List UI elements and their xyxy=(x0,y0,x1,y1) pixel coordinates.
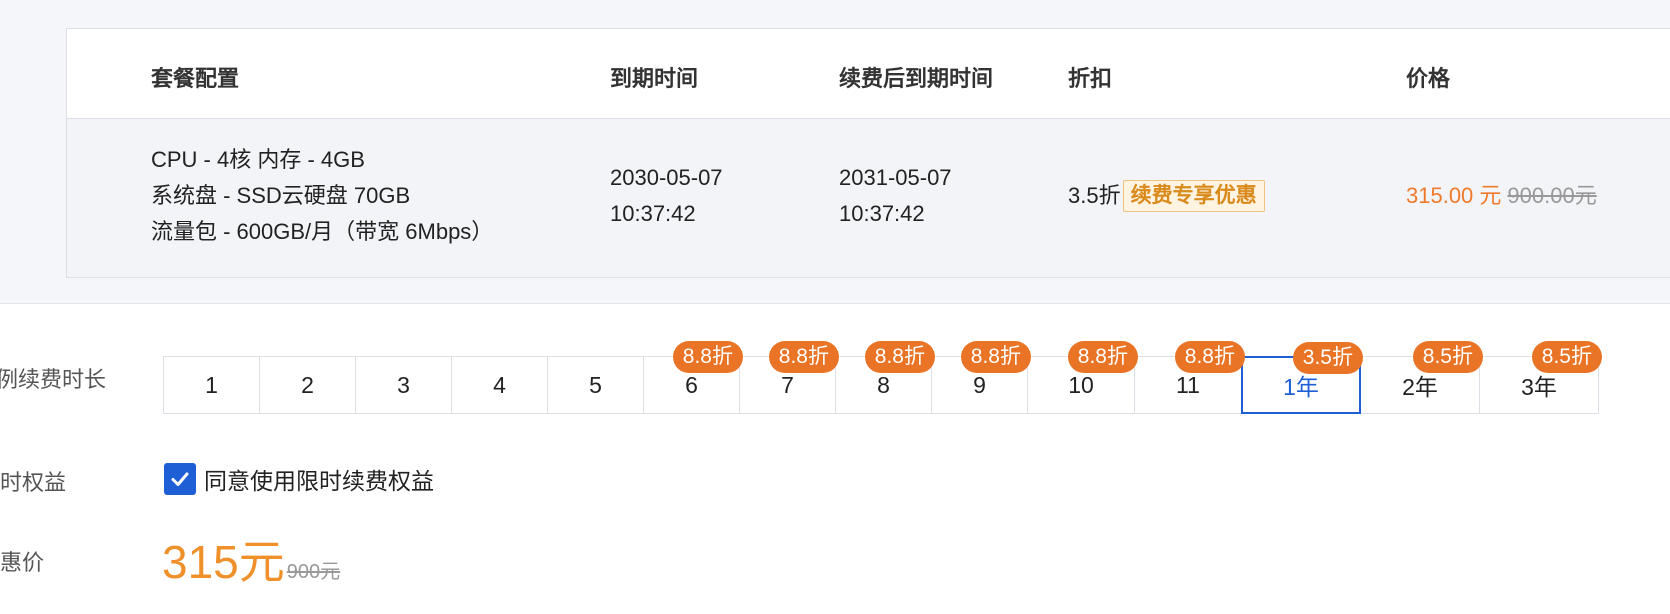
duration-option-2-year[interactable]: 8.5折 2年 xyxy=(1360,341,1483,414)
price-value: 315.00 元 xyxy=(1406,183,1502,208)
expire-cell: 2030-05-07 10:37:42 xyxy=(610,160,723,232)
duration-option-3-year[interactable]: 8.5折 3年 xyxy=(1479,341,1602,414)
duration-option-label: 8 xyxy=(877,371,890,398)
duration-option-label: 3年 xyxy=(1521,374,1557,400)
price-original: 900.00元 xyxy=(1507,183,1597,208)
duration-option-label: 2年 xyxy=(1402,374,1438,400)
discount-badge: 8.5折 xyxy=(1531,341,1602,373)
duration-option-1-year[interactable]: 3.5折 1年 xyxy=(1241,342,1363,414)
duration-option-9[interactable]: 8.8折 9 xyxy=(931,341,1031,414)
config-cell: CPU - 4核 内存 - 4GB 系统盘 - SSD云硬盘 70GB 流量包 … xyxy=(151,142,493,250)
table-header: 套餐配置 到期时间 续费后到期时间 折扣 价格 xyxy=(67,29,1670,119)
promo-tag: 续费专享优惠 xyxy=(1122,180,1265,212)
checkmark-icon xyxy=(171,472,189,486)
renew-expire-time: 10:37:42 xyxy=(839,201,925,226)
discount-badge: 8.8折 xyxy=(864,341,935,373)
duration-option-label: 5 xyxy=(589,371,602,398)
header-config: 套餐配置 xyxy=(151,66,240,91)
duration-option-10[interactable]: 8.8折 10 xyxy=(1027,341,1138,414)
expire-date: 2030-05-07 xyxy=(610,165,723,190)
final-price-original: 900元 xyxy=(286,561,341,583)
config-line-cpu: CPU - 4核 内存 - 4GB xyxy=(151,147,365,172)
duration-option-label: 3 xyxy=(397,371,410,398)
duration-option-label: 10 xyxy=(1068,371,1094,398)
duration-option-7[interactable]: 8.8折 7 xyxy=(739,341,839,414)
config-line-traffic: 流量包 - 600GB/月（带宽 6Mbps） xyxy=(151,219,494,244)
header-price: 价格 xyxy=(1406,66,1451,91)
config-line-disk: 系统盘 - SSD云硬盘 70GB xyxy=(151,183,411,208)
duration-label: 实例续费时长 xyxy=(0,367,107,392)
duration-option-4[interactable]: 4 xyxy=(451,356,548,414)
benefit-checkbox-row[interactable]: 同意使用限时续费权益 xyxy=(164,462,434,496)
final-price-amount: 315元 xyxy=(162,536,285,588)
header-renew-expire: 续费后到期时间 xyxy=(839,66,994,91)
price-cell: 315.00 元 900.00元 xyxy=(1406,178,1597,214)
duration-option-label: 6 xyxy=(685,371,698,398)
table-row: CPU - 4核 内存 - 4GB 系统盘 - SSD云硬盘 70GB 流量包 … xyxy=(67,119,1670,277)
expire-time: 10:37:42 xyxy=(610,201,696,226)
duration-selector: 1 2 3 4 5 8.8折 6 8.8折 7 8.8折 8 8.8折 9 8.8折 10… xyxy=(163,341,1602,414)
discount-badge: 3.5折 xyxy=(1292,342,1363,374)
discount-badge: 8.8折 xyxy=(1067,341,1138,373)
final-price: 315元 900元 xyxy=(162,536,340,588)
order-summary-panel: 套餐配置 到期时间 续费后到期时间 折扣 价格 CPU - 4核 内存 - 4G… xyxy=(0,0,1670,304)
discount-badge: 8.8折 xyxy=(960,341,1031,373)
benefit-checkbox[interactable] xyxy=(164,463,196,495)
final-price-label: 优惠价 xyxy=(0,550,45,575)
duration-option-5[interactable]: 5 xyxy=(547,356,644,414)
discount-cell: 3.5折 续费专享优惠 xyxy=(1068,178,1265,214)
duration-option-2[interactable]: 2 xyxy=(259,356,356,414)
duration-option-11[interactable]: 8.8折 11 xyxy=(1134,341,1245,414)
renew-expire-cell: 2031-05-07 10:37:42 xyxy=(839,160,952,232)
discount-badge: 8.8折 xyxy=(1174,341,1245,373)
discount-badge: 8.8折 xyxy=(768,341,839,373)
header-expire: 到期时间 xyxy=(610,66,699,91)
discount-badge: 8.8折 xyxy=(672,341,743,373)
duration-option-label: 2 xyxy=(301,371,314,398)
duration-option-label: 7 xyxy=(781,371,794,398)
duration-option-label: 11 xyxy=(1176,371,1200,398)
renewal-table: 套餐配置 到期时间 续费后到期时间 折扣 价格 CPU - 4核 内存 - 4G… xyxy=(66,28,1670,278)
duration-option-label: 1 xyxy=(205,371,218,398)
header-discount: 折扣 xyxy=(1068,66,1113,91)
duration-option-6[interactable]: 8.8折 6 xyxy=(643,341,743,414)
benefit-checkbox-label: 同意使用限时续费权益 xyxy=(204,468,434,494)
renew-expire-date: 2031-05-07 xyxy=(839,165,952,190)
discount-value: 3.5折 xyxy=(1068,183,1121,208)
duration-option-1[interactable]: 1 xyxy=(163,356,260,414)
discount-badge: 8.5折 xyxy=(1412,341,1483,373)
duration-option-3[interactable]: 3 xyxy=(355,356,452,414)
duration-option-label: 9 xyxy=(973,371,986,398)
duration-option-label: 4 xyxy=(493,371,506,398)
duration-option-8[interactable]: 8.8折 8 xyxy=(835,341,935,414)
benefit-label: 限时权益 xyxy=(0,470,67,495)
